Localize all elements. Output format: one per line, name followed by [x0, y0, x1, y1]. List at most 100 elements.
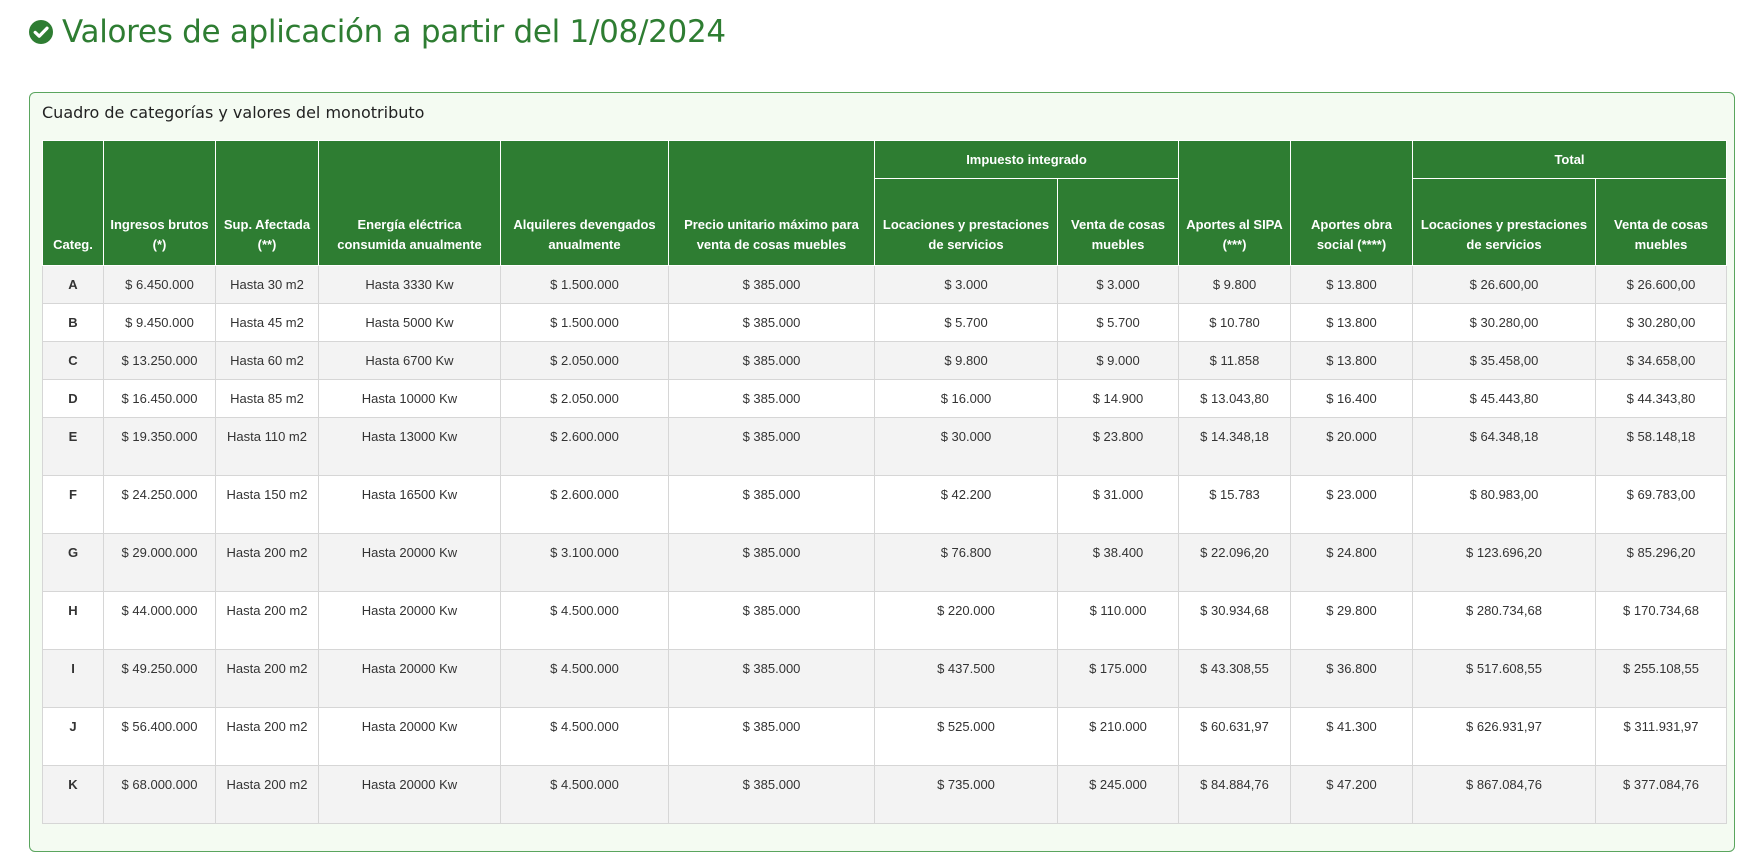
- cell-precio: $ 385.000: [668, 379, 875, 418]
- cell-impuesto-venta: $ 175.000: [1057, 649, 1179, 708]
- cell-total-venta: $ 311.931,97: [1595, 707, 1727, 766]
- cell-impuesto-venta: $ 31.000: [1057, 475, 1179, 534]
- table-row: E $ 19.350.000 Hasta 110 m2 Hasta 13000 Kw $…: [42, 417, 1727, 476]
- cell-total-venta: $ 34.658,00: [1595, 341, 1727, 380]
- cell-energia: Hasta 20000 Kw: [318, 591, 501, 650]
- cell-alquileres: $ 2.050.000: [500, 379, 669, 418]
- cell-impuesto-locaciones: $ 735.000: [874, 765, 1058, 824]
- cell-impuesto-locaciones: $ 30.000: [874, 417, 1058, 476]
- cell-superficie: Hasta 30 m2: [215, 265, 319, 304]
- cell-precio: $ 385.000: [668, 303, 875, 342]
- cell-categ: E: [42, 417, 104, 476]
- monotributo-panel: Cuadro de categorías y valores del monot…: [29, 92, 1735, 852]
- cell-ingresos: $ 68.000.000: [103, 765, 216, 824]
- cell-superficie: Hasta 200 m2: [215, 765, 319, 824]
- table-row: D $ 16.450.000 Hasta 85 m2 Hasta 10000 Kw $ …: [42, 379, 1727, 418]
- cell-precio: $ 385.000: [668, 533, 875, 592]
- cell-sipa: $ 22.096,20: [1178, 533, 1291, 592]
- cell-precio: $ 385.000: [668, 417, 875, 476]
- cell-categ: K: [42, 765, 104, 824]
- cell-impuesto-locaciones: $ 3.000: [874, 265, 1058, 304]
- header-energia: Energía eléctrica consumida anualmente: [318, 140, 501, 266]
- cell-ingresos: $ 44.000.000: [103, 591, 216, 650]
- cell-energia: Hasta 20000 Kw: [318, 765, 501, 824]
- cell-obra-social: $ 41.300: [1290, 707, 1413, 766]
- panel-heading: Cuadro de categorías y valores del monot…: [42, 103, 425, 122]
- header-ingresos: Ingresos brutos (*): [103, 140, 216, 266]
- header-alquileres: Alquileres devengados anualmente: [500, 140, 669, 266]
- cell-sipa: $ 84.884,76: [1178, 765, 1291, 824]
- header-impuesto-locaciones: Locaciones y prestaciones de servicios: [874, 178, 1058, 266]
- table-row: C $ 13.250.000 Hasta 60 m2 Hasta 6700 Kw $ 2…: [42, 341, 1727, 380]
- cell-superficie: Hasta 200 m2: [215, 649, 319, 708]
- cell-energia: Hasta 20000 Kw: [318, 533, 501, 592]
- cell-categ: D: [42, 379, 104, 418]
- cell-impuesto-venta: $ 9.000: [1057, 341, 1179, 380]
- cell-categ: I: [42, 649, 104, 708]
- cell-categ: C: [42, 341, 104, 380]
- cell-total-venta: $ 26.600,00: [1595, 265, 1727, 304]
- cell-ingresos: $ 16.450.000: [103, 379, 216, 418]
- cell-total-venta: $ 58.148,18: [1595, 417, 1727, 476]
- cell-obra-social: $ 23.000: [1290, 475, 1413, 534]
- cell-superficie: Hasta 85 m2: [215, 379, 319, 418]
- header-superficie: Sup. Afectada (**): [215, 140, 319, 266]
- table-row: A $ 6.450.000 Hasta 30 m2 Hasta 3330 Kw $ 1.…: [42, 265, 1727, 304]
- cell-obra-social: $ 36.800: [1290, 649, 1413, 708]
- cell-categ: A: [42, 265, 104, 304]
- cell-impuesto-venta: $ 23.800: [1057, 417, 1179, 476]
- table-row: H $ 44.000.000 Hasta 200 m2 Hasta 20000 Kw $…: [42, 591, 1727, 650]
- cell-alquileres: $ 4.500.000: [500, 765, 669, 824]
- cell-superficie: Hasta 110 m2: [215, 417, 319, 476]
- cell-ingresos: $ 6.450.000: [103, 265, 216, 304]
- cell-ingresos: $ 56.400.000: [103, 707, 216, 766]
- cell-categ: F: [42, 475, 104, 534]
- check-circle-icon: [29, 20, 53, 44]
- cell-categ: J: [42, 707, 104, 766]
- cell-alquileres: $ 4.500.000: [500, 707, 669, 766]
- cell-total-locaciones: $ 64.348,18: [1412, 417, 1596, 476]
- cell-impuesto-venta: $ 3.000: [1057, 265, 1179, 304]
- cell-ingresos: $ 13.250.000: [103, 341, 216, 380]
- header-group-total: Total: [1412, 140, 1727, 179]
- cell-impuesto-venta: $ 38.400: [1057, 533, 1179, 592]
- cell-sipa: $ 43.308,55: [1178, 649, 1291, 708]
- cell-obra-social: $ 29.800: [1290, 591, 1413, 650]
- cell-impuesto-venta: $ 110.000: [1057, 591, 1179, 650]
- cell-alquileres: $ 2.050.000: [500, 341, 669, 380]
- cell-impuesto-locaciones: $ 16.000: [874, 379, 1058, 418]
- cell-superficie: Hasta 45 m2: [215, 303, 319, 342]
- cell-impuesto-locaciones: $ 76.800: [874, 533, 1058, 592]
- cell-total-venta: $ 44.343,80: [1595, 379, 1727, 418]
- cell-impuesto-locaciones: $ 437.500: [874, 649, 1058, 708]
- cell-sipa: $ 30.934,68: [1178, 591, 1291, 650]
- cell-total-venta: $ 30.280,00: [1595, 303, 1727, 342]
- cell-alquileres: $ 1.500.000: [500, 303, 669, 342]
- cell-alquileres: $ 3.100.000: [500, 533, 669, 592]
- cell-obra-social: $ 13.800: [1290, 265, 1413, 304]
- table-row: I $ 49.250.000 Hasta 200 m2 Hasta 20000 Kw $…: [42, 649, 1727, 708]
- cell-ingresos: $ 49.250.000: [103, 649, 216, 708]
- cell-precio: $ 385.000: [668, 707, 875, 766]
- cell-energia: Hasta 5000 Kw: [318, 303, 501, 342]
- cell-ingresos: $ 29.000.000: [103, 533, 216, 592]
- cell-superficie: Hasta 60 m2: [215, 341, 319, 380]
- cell-sipa: $ 14.348,18: [1178, 417, 1291, 476]
- cell-sipa: $ 10.780: [1178, 303, 1291, 342]
- cell-precio: $ 385.000: [668, 649, 875, 708]
- header-group-impuesto: Impuesto integrado: [874, 140, 1179, 179]
- cell-total-locaciones: $ 517.608,55: [1412, 649, 1596, 708]
- cell-energia: Hasta 3330 Kw: [318, 265, 501, 304]
- cell-energia: Hasta 6700 Kw: [318, 341, 501, 380]
- cell-categ: B: [42, 303, 104, 342]
- cell-precio: $ 385.000: [668, 765, 875, 824]
- cell-impuesto-locaciones: $ 525.000: [874, 707, 1058, 766]
- cell-impuesto-locaciones: $ 220.000: [874, 591, 1058, 650]
- header-sipa: Aportes al SIPA (***): [1178, 140, 1291, 266]
- cell-ingresos: $ 24.250.000: [103, 475, 216, 534]
- cell-superficie: Hasta 150 m2: [215, 475, 319, 534]
- header-impuesto-venta: Venta de cosas muebles: [1057, 178, 1179, 266]
- page-title-bar: Valores de aplicación a partir del 1/08/…: [28, 12, 726, 52]
- cell-total-locaciones: $ 626.931,97: [1412, 707, 1596, 766]
- cell-total-locaciones: $ 867.084,76: [1412, 765, 1596, 824]
